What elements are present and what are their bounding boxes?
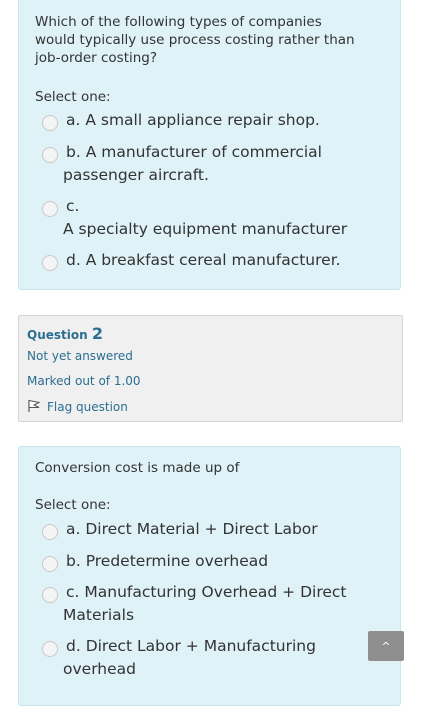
option-c-radio[interactable] bbox=[42, 201, 58, 217]
chevron-up-icon: ^ bbox=[381, 639, 391, 653]
option-b-label-cont[interactable]: passenger aircraft. bbox=[63, 164, 209, 187]
scroll-to-top-button[interactable]: ^ bbox=[368, 631, 404, 661]
option-d-label[interactable]: d. Direct Labor + Manufacturing bbox=[66, 635, 316, 658]
option-d-radio[interactable] bbox=[42, 255, 58, 271]
option-c-radio[interactable] bbox=[42, 587, 58, 603]
option-d-radio[interactable] bbox=[42, 641, 58, 657]
question-1-text: Which of the following types of companie… bbox=[35, 14, 355, 66]
option-b-radio[interactable] bbox=[42, 556, 58, 572]
option-a-label[interactable]: a. A small appliance repair shop. bbox=[66, 109, 320, 132]
option-c-label[interactable]: c. Manufacturing Overhead + Direct bbox=[66, 581, 347, 604]
option-c-label-cont[interactable]: A specialty equipment manufacturer bbox=[63, 218, 347, 241]
question-1-card: Which of the following types of companie… bbox=[18, 0, 401, 290]
question-2-info: Question 2 Not yet answered Marked out o… bbox=[18, 315, 403, 422]
flag-icon[interactable] bbox=[27, 399, 41, 413]
select-one-label: Select one: bbox=[35, 89, 111, 105]
option-c-label[interactable]: c. bbox=[66, 195, 79, 218]
question-2-card: Conversion cost is made up of Select one… bbox=[18, 446, 401, 706]
option-a-radio[interactable] bbox=[42, 115, 58, 131]
option-d-label-cont[interactable]: overhead bbox=[63, 658, 136, 681]
answer-status: Not yet answered bbox=[27, 349, 133, 363]
marks-info: Marked out of 1.00 bbox=[27, 374, 141, 388]
option-b-label[interactable]: b. Predetermine overhead bbox=[66, 550, 268, 573]
question-number: 2 bbox=[91, 324, 103, 343]
flag-question-link[interactable]: Flag question bbox=[47, 400, 128, 414]
option-b-label[interactable]: b. A manufacturer of commercial bbox=[66, 141, 322, 164]
option-c-label-cont[interactable]: Materials bbox=[63, 604, 134, 627]
option-a-label[interactable]: a. Direct Material + Direct Labor bbox=[66, 518, 318, 541]
option-a-radio[interactable] bbox=[42, 524, 58, 540]
question-label: Question bbox=[27, 328, 88, 342]
option-d-label[interactable]: d. A breakfast cereal manufacturer. bbox=[66, 249, 341, 272]
select-one-label: Select one: bbox=[35, 497, 111, 513]
question-2-text: Conversion cost is made up of bbox=[35, 460, 240, 476]
question-title: Question 2 bbox=[27, 324, 103, 343]
option-b-radio[interactable] bbox=[42, 147, 58, 163]
